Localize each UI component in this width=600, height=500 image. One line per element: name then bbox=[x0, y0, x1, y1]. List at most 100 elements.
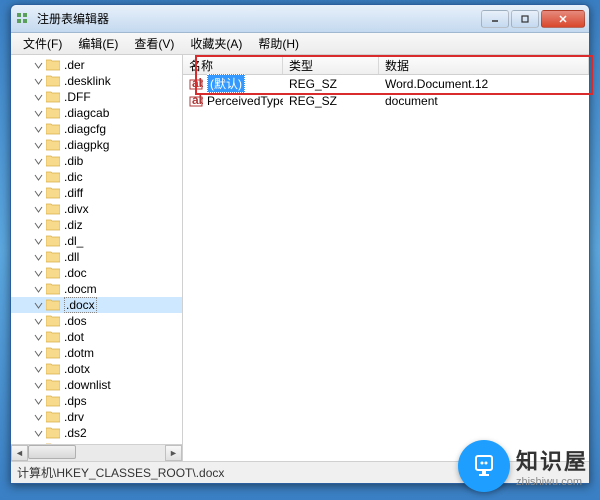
folder-icon bbox=[46, 203, 60, 215]
watermark: 知识屋 zhishiwu.com bbox=[458, 440, 588, 492]
tree-item-label: .diagpkg bbox=[64, 138, 109, 152]
tree-item[interactable]: .dps bbox=[11, 393, 182, 409]
expander-icon[interactable] bbox=[33, 156, 44, 167]
folder-icon bbox=[46, 427, 60, 439]
tree-item-label: .dps bbox=[64, 394, 87, 408]
expander-icon[interactable] bbox=[33, 236, 44, 247]
expander-icon[interactable] bbox=[33, 140, 44, 151]
expander-icon[interactable] bbox=[33, 124, 44, 135]
expander-icon[interactable] bbox=[33, 412, 44, 423]
expander-icon[interactable] bbox=[33, 92, 44, 103]
folder-icon bbox=[46, 411, 60, 423]
tree-item[interactable]: .divx bbox=[11, 201, 182, 217]
expander-icon[interactable] bbox=[33, 364, 44, 375]
window-title: 注册表编辑器 bbox=[37, 10, 481, 27]
cell-type: REG_SZ bbox=[283, 93, 379, 109]
value-name: (默认) bbox=[207, 74, 245, 93]
expander-icon[interactable] bbox=[33, 60, 44, 71]
tree-item[interactable]: .dib bbox=[11, 153, 182, 169]
tree-item[interactable]: .dotx bbox=[11, 361, 182, 377]
expander-icon[interactable] bbox=[33, 316, 44, 327]
expander-icon[interactable] bbox=[33, 268, 44, 279]
tree-item[interactable]: .diagpkg bbox=[11, 137, 182, 153]
tree-item-label: .diz bbox=[64, 218, 83, 232]
expander-icon[interactable] bbox=[33, 332, 44, 343]
menu-view[interactable]: 查看(V) bbox=[126, 33, 182, 54]
tree-item[interactable]: .dll bbox=[11, 249, 182, 265]
tree-item[interactable]: .der bbox=[11, 57, 182, 73]
menu-edit[interactable]: 编辑(E) bbox=[70, 33, 126, 54]
tree-item[interactable]: .diagcab bbox=[11, 105, 182, 121]
header-data[interactable]: 数据 bbox=[379, 55, 589, 74]
menu-favorites[interactable]: 收藏夹(A) bbox=[182, 33, 250, 54]
scroll-right-button[interactable]: ► bbox=[165, 445, 182, 461]
expander-icon[interactable] bbox=[33, 220, 44, 231]
folder-icon bbox=[46, 315, 60, 327]
folder-icon bbox=[46, 75, 60, 87]
reg-string-icon: ab bbox=[189, 77, 203, 91]
watermark-url: zhishiwu.com bbox=[516, 476, 582, 488]
tree-item[interactable]: .doc bbox=[11, 265, 182, 281]
expander-icon[interactable] bbox=[33, 300, 44, 311]
expander-icon[interactable] bbox=[33, 204, 44, 215]
list-row[interactable]: ab(默认)REG_SZWord.Document.12 bbox=[183, 75, 589, 92]
tree-item[interactable]: .downlist bbox=[11, 377, 182, 393]
tree-item[interactable]: .dl_ bbox=[11, 233, 182, 249]
header-name[interactable]: 名称 bbox=[183, 55, 283, 74]
tree-item-label: .downlist bbox=[64, 378, 111, 392]
header-type[interactable]: 类型 bbox=[283, 55, 379, 74]
expander-icon[interactable] bbox=[33, 348, 44, 359]
folder-icon bbox=[46, 139, 60, 151]
folder-icon bbox=[46, 219, 60, 231]
expander-icon[interactable] bbox=[33, 396, 44, 407]
menu-file[interactable]: 文件(F) bbox=[15, 33, 70, 54]
folder-icon bbox=[46, 171, 60, 183]
reg-string-icon: ab bbox=[189, 94, 203, 108]
watermark-title: 知识屋 bbox=[516, 444, 588, 476]
tree-item[interactable]: .desklink bbox=[11, 73, 182, 89]
tree-item[interactable]: .dotm bbox=[11, 345, 182, 361]
scroll-track[interactable] bbox=[28, 445, 165, 461]
expander-icon[interactable] bbox=[33, 108, 44, 119]
expander-icon[interactable] bbox=[33, 188, 44, 199]
folder-icon bbox=[46, 331, 60, 343]
tree-item[interactable]: .dos bbox=[11, 313, 182, 329]
tree-item[interactable]: .ds2 bbox=[11, 425, 182, 441]
tree-item[interactable]: .docx bbox=[11, 297, 182, 313]
menubar: 文件(F) 编辑(E) 查看(V) 收藏夹(A) 帮助(H) bbox=[11, 33, 589, 55]
tree-item-label: .ds2 bbox=[64, 426, 87, 440]
expander-icon[interactable] bbox=[33, 252, 44, 263]
expander-icon[interactable] bbox=[33, 428, 44, 439]
tree-item-label: .diff bbox=[64, 186, 83, 200]
scroll-thumb[interactable] bbox=[28, 445, 76, 459]
expander-icon[interactable] bbox=[33, 76, 44, 87]
expander-icon[interactable] bbox=[33, 284, 44, 295]
scroll-left-button[interactable]: ◄ bbox=[11, 445, 28, 461]
tree-item[interactable]: .drv bbox=[11, 409, 182, 425]
expander-icon[interactable] bbox=[33, 172, 44, 183]
tree-scroll[interactable]: .der.desklink.DFF.diagcab.diagcfg.diagpk… bbox=[11, 55, 182, 444]
expander-icon[interactable] bbox=[33, 380, 44, 391]
close-button[interactable] bbox=[541, 10, 585, 28]
minimize-button[interactable] bbox=[481, 10, 509, 28]
tree-item[interactable]: .diagcfg bbox=[11, 121, 182, 137]
list-body[interactable]: ab(默认)REG_SZWord.Document.12abPerceivedT… bbox=[183, 75, 589, 461]
tree-item[interactable]: .DFF bbox=[11, 89, 182, 105]
svg-text:ab: ab bbox=[192, 94, 203, 107]
tree-hscrollbar[interactable]: ◄ ► bbox=[11, 444, 182, 461]
tree-item[interactable]: .docm bbox=[11, 281, 182, 297]
tree-item[interactable]: .dot bbox=[11, 329, 182, 345]
titlebar[interactable]: 注册表编辑器 bbox=[11, 5, 589, 33]
folder-icon bbox=[46, 395, 60, 407]
tree-item[interactable]: .diz bbox=[11, 217, 182, 233]
tree-item[interactable]: .diff bbox=[11, 185, 182, 201]
folder-icon bbox=[46, 283, 60, 295]
maximize-button[interactable] bbox=[511, 10, 539, 28]
folder-icon bbox=[46, 299, 60, 311]
tree-item[interactable]: .dic bbox=[11, 169, 182, 185]
list-row[interactable]: abPerceivedTypeREG_SZdocument bbox=[183, 92, 589, 109]
menu-help[interactable]: 帮助(H) bbox=[250, 33, 307, 54]
folder-icon bbox=[46, 91, 60, 103]
window-controls bbox=[481, 10, 585, 28]
tree-item-label: .dl_ bbox=[64, 234, 83, 248]
